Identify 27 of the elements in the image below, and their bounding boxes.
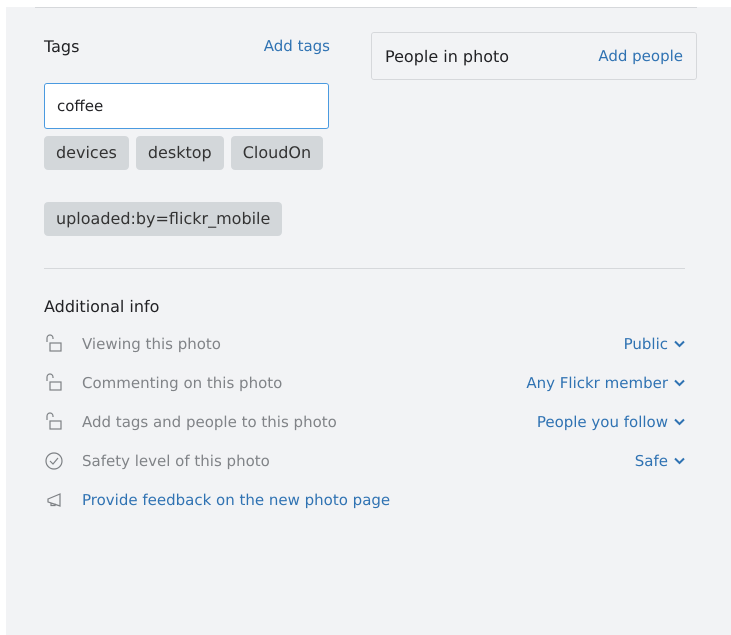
unlocked-icon: [44, 334, 64, 354]
chevron-down-icon: [674, 418, 685, 426]
tags-heading: Tags: [44, 36, 80, 56]
tag-chip[interactable]: devices: [44, 136, 129, 170]
setting-label: Add tags and people to this photo: [82, 412, 338, 430]
machine-tag-chip[interactable]: uploaded:by=flickr_mobile: [44, 202, 282, 236]
chevron-down-icon: [674, 456, 685, 464]
setting-dropdown[interactable]: Any Flickr member: [526, 374, 685, 392]
additional-info-heading: Additional info: [44, 297, 160, 316]
setting-dropdown[interactable]: Public: [624, 334, 685, 352]
add-people-link[interactable]: Add people: [598, 47, 683, 65]
chevron-down-icon: [674, 340, 685, 348]
tag-input-field[interactable]: coffee: [44, 83, 329, 129]
setting-label: Viewing this photo: [82, 334, 222, 352]
add-tags-link[interactable]: Add tags: [264, 37, 330, 55]
setting-label: Commenting on this photo: [82, 374, 284, 392]
feedback-link[interactable]: Provide feedback on the new photo page: [82, 490, 390, 508]
setting-dropdown[interactable]: People you follow: [536, 412, 685, 430]
people-heading: People in photo: [385, 46, 510, 66]
tag-chip[interactable]: CloudOn: [230, 136, 324, 170]
setting-label: Safety level of this photo: [82, 452, 271, 470]
check-circle-icon: [44, 450, 64, 470]
chevron-down-icon: [674, 378, 685, 386]
setting-dropdown[interactable]: Safe: [634, 452, 685, 470]
tag-chip[interactable]: desktop: [136, 136, 224, 170]
unlocked-icon: [44, 412, 64, 432]
unlocked-icon: [44, 372, 64, 392]
